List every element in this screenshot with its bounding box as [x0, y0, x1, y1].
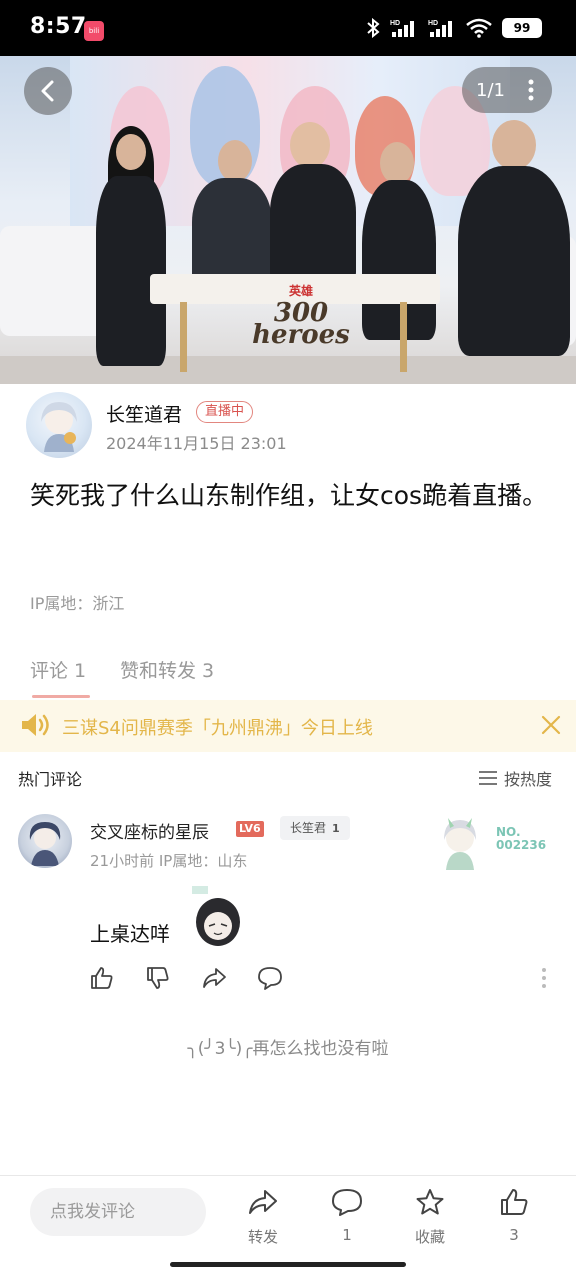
live-badge[interactable]: 直播中: [196, 401, 254, 423]
decoration-number: NO. 002236: [496, 825, 547, 852]
battery-indicator: 99: [502, 18, 542, 38]
comment-count: 1: [342, 1226, 352, 1244]
share-comment-button[interactable]: [200, 964, 228, 992]
home-indicator[interactable]: [170, 1262, 406, 1267]
share-button[interactable]: 转发: [233, 1188, 293, 1247]
comment-input[interactable]: 点我发评论: [30, 1188, 206, 1236]
thumbs-up-icon: [501, 1189, 528, 1215]
dislike-button[interactable]: [144, 964, 172, 992]
tab-underline: [32, 695, 90, 698]
post-text: 笑死我了什么山东制作组，让女cos跪着直播。: [30, 481, 548, 510]
thumbs-up-icon: [91, 967, 113, 989]
status-icons: HD HD 99: [366, 18, 542, 38]
comment-actions: [88, 964, 284, 992]
close-icon[interactable]: [540, 714, 562, 736]
author-avatar[interactable]: [26, 392, 92, 458]
reply-button[interactable]: [256, 964, 284, 992]
like-post-button[interactable]: 3: [484, 1188, 544, 1244]
image-pager[interactable]: 1/1: [462, 67, 552, 113]
post-time: 2024年11月15日 23:01: [106, 434, 287, 453]
share-label: 转发: [247, 1228, 278, 1246]
like-count: 3: [509, 1226, 519, 1244]
commenter-avatar[interactable]: [18, 814, 72, 868]
favorite-button[interactable]: 收藏: [400, 1188, 460, 1247]
wifi-icon: [466, 18, 492, 38]
chat-bubble-icon: [258, 967, 282, 990]
sort-button[interactable]: 按热度: [478, 766, 552, 790]
bilibili-icon: bili: [84, 21, 104, 41]
sort-label: 按热度: [504, 770, 553, 789]
star-icon: [416, 1189, 444, 1215]
favorite-label: 收藏: [414, 1228, 445, 1246]
thumbs-down-icon: [147, 967, 169, 989]
speaker-icon: [22, 714, 49, 736]
back-arrow-icon: [41, 80, 54, 102]
author-name[interactable]: 长笙道君: [106, 400, 182, 427]
end-of-comments: ╮(╯3╰)╭再怎么找也没有啦: [187, 1039, 389, 1059]
sticker-icon: [192, 886, 240, 946]
tab-comments[interactable]: 评论 1: [30, 656, 86, 683]
svg-text:HD: HD: [428, 20, 438, 27]
tab-likes-reposts[interactable]: 赞和转发 3: [120, 656, 214, 683]
pager-text: 1/1: [476, 79, 505, 101]
share-icon: [249, 1190, 277, 1214]
svg-text:HD: HD: [390, 20, 400, 27]
commenter-name[interactable]: 交叉座标的星辰: [90, 818, 209, 843]
back-button[interactable]: [24, 67, 72, 115]
game-logo: 英雄 300 heroes: [252, 284, 350, 350]
share-icon: [203, 968, 226, 988]
status-bar: 8:57 bili HD HD 99: [0, 0, 576, 56]
comment-meta: 21小时前 IP属地：山东: [90, 852, 248, 870]
comment-button[interactable]: 1: [317, 1188, 377, 1244]
status-time: 8:57: [30, 14, 87, 39]
decoration-card-icon: [444, 818, 476, 870]
chat-bubble-icon: [332, 1189, 362, 1216]
notice-text[interactable]: 三谋S4问鼎赛季「九州鼎沸」今日上线: [62, 714, 373, 740]
comment-text: 上桌达咩: [90, 922, 170, 946]
more-vertical-icon[interactable]: [528, 79, 534, 101]
comment-more-icon[interactable]: [540, 966, 548, 990]
bluetooth-icon: [367, 18, 380, 38]
sort-icon: [479, 771, 497, 785]
level-badge: LV6: [236, 821, 264, 837]
signal-icon-1: HD: [390, 20, 414, 37]
ip-location: IP属地：浙江: [30, 594, 125, 613]
hot-comments-title: 热门评论: [18, 770, 83, 789]
signal-icon-2: HD: [428, 20, 452, 37]
fan-badge[interactable]: 长笙君 1: [280, 816, 350, 840]
like-button[interactable]: [88, 964, 116, 992]
